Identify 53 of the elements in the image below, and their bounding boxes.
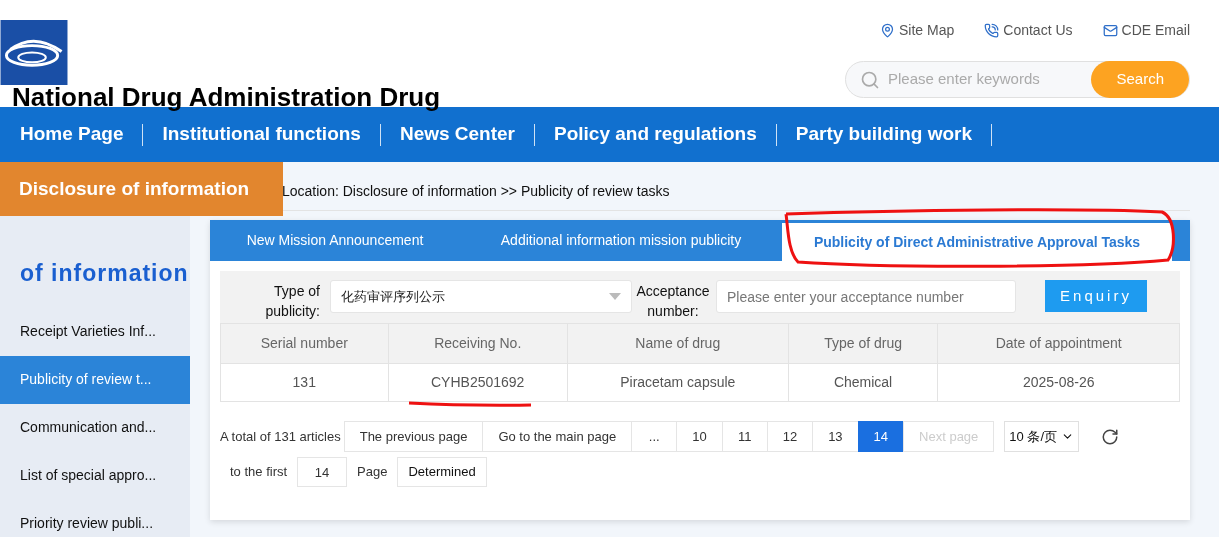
page-button[interactable]: 14 <box>857 421 905 452</box>
type-select[interactable]: 化药审评序列公示 <box>330 280 632 313</box>
table-cell: Chemical <box>788 363 938 402</box>
tab[interactable]: New Mission Announcement <box>210 220 460 261</box>
column-header: Type of drug <box>788 323 938 364</box>
goto-suffix: Page <box>357 463 388 482</box>
column-header: Serial number <box>220 323 388 364</box>
field-label: Acceptance number: <box>635 282 711 321</box>
phone-icon <box>984 23 1000 38</box>
page-button[interactable]: 11 <box>721 421 768 452</box>
column-header: Name of drug <box>567 323 789 364</box>
map-icon <box>880 23 896 38</box>
header-link[interactable]: Contact Us <box>984 20 1073 41</box>
nav-link[interactable]: Party building work <box>781 120 987 149</box>
nav-link[interactable]: News Center <box>385 120 530 149</box>
nav-link[interactable]: Policy and regulations <box>540 120 771 149</box>
goto-label: to the first <box>230 463 288 482</box>
dropdown-icon <box>609 293 621 300</box>
nav-link[interactable]: Home Page <box>6 120 138 149</box>
sidebar-item[interactable]: Publicity of review t... <box>0 355 190 404</box>
tab[interactable]: Additional information mission publicity <box>460 220 782 261</box>
nav-link[interactable]: Institutional functions <box>148 120 375 149</box>
sidebar-item[interactable]: List of special appro... <box>0 451 190 500</box>
total-count: A total of 131 articles <box>220 427 341 446</box>
section-banner: Disclosure of information <box>0 162 283 216</box>
breadcrumb: Location: Disclosure of information >> Publicity of review tasks <box>282 182 670 201</box>
sidebar-item[interactable]: Receipt Varieties Inf... <box>0 307 190 356</box>
goto-page-field[interactable]: 14 <box>297 457 348 487</box>
tab[interactable]: Publicity of Direct Administrative Approval Tasks <box>782 223 1172 261</box>
page-button[interactable]: 13 <box>812 421 859 452</box>
search-icon <box>860 69 880 90</box>
sidebar-item[interactable]: Priority review publi... <box>0 499 190 537</box>
page-button[interactable]: 12 <box>766 421 814 452</box>
page-button[interactable]: ... <box>631 421 678 452</box>
refresh-icon[interactable] <box>1101 427 1119 446</box>
page-button[interactable]: 10 <box>676 421 723 452</box>
mail-icon <box>1102 23 1118 38</box>
sidebar-item[interactable]: Communication and... <box>0 403 190 452</box>
table-cell: 2025-08-26 <box>937 363 1180 402</box>
column-header: Date of appointment <box>937 323 1180 364</box>
page-button[interactable]: The previous page <box>343 421 484 452</box>
determined-button[interactable]: Determined <box>397 457 487 487</box>
sidebar-heading: of information <box>20 259 190 288</box>
page-size-select[interactable]: 10 条/页 <box>1004 421 1079 452</box>
header-link[interactable]: Site Map <box>880 20 955 41</box>
table-cell: 131 <box>220 363 388 402</box>
acceptance-number-field[interactable]: Please enter your acceptance number <box>716 280 1016 313</box>
column-header: Receiving No. <box>388 323 568 364</box>
page-button[interactable]: Go to the main page <box>482 421 633 452</box>
field-label: Type of publicity: <box>264 282 320 321</box>
header-link[interactable]: CDE Email <box>1102 20 1190 41</box>
table-cell: CYHB2501692 <box>388 363 568 402</box>
table-cell: Piracetam capsule <box>567 363 789 402</box>
